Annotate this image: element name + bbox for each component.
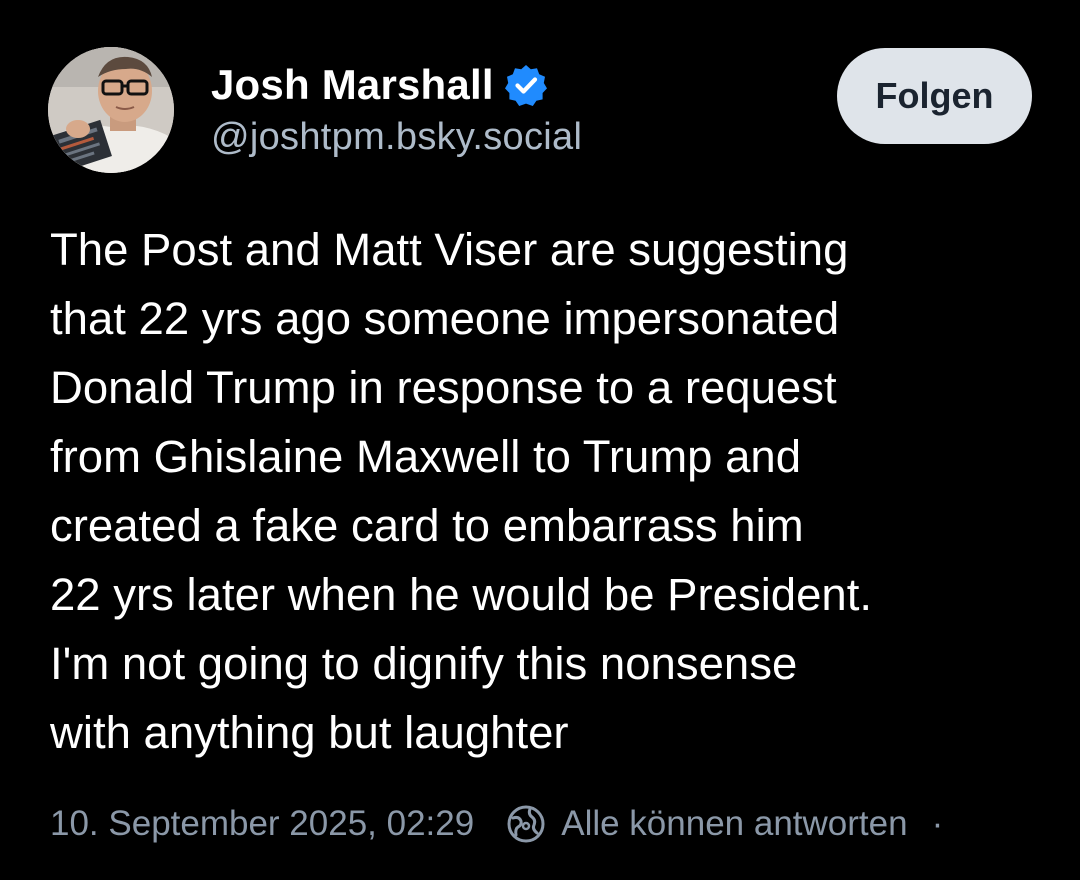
post-text-line: The Post and Matt Viser are suggesting [50,224,849,275]
post-text-line: with anything but laughter [50,707,569,758]
globe-icon [507,805,545,843]
follow-button[interactable]: Folgen [837,48,1032,144]
post-meta: 10. September 2025, 02:29 Alle können an… [50,800,943,848]
avatar[interactable] [48,47,174,173]
post-timestamp: 10. September 2025, 02:29 [50,804,475,843]
reply-setting-label: Alle können antworten [561,804,908,843]
author-display-name[interactable]: Josh Marshall [211,61,494,109]
post-text-line: from Ghislaine Maxwell to Trump and [50,431,802,482]
post-text-line: that 22 yrs ago someone impersonated [50,293,840,344]
post-card: Josh Marshall @joshtpm.bsky.social Folge… [0,0,1080,880]
reply-setting[interactable]: Alle können antworten [504,802,908,846]
meta-separator: · [931,804,944,843]
verified-badge-icon[interactable] [504,63,548,107]
post-text-line: I'm not going to dignify this nonsense [50,638,798,689]
author-name-row: Josh Marshall [211,58,548,112]
post-text-line: Donald Trump in response to a request [50,362,837,413]
post-text: The Post and Matt Viser are suggesting t… [50,215,1050,767]
avatar-photo [48,47,174,173]
author-handle[interactable]: @joshtpm.bsky.social [211,116,582,159]
post-text-line: created a fake card to embarrass him [50,500,804,551]
post-text-line: 22 yrs later when he would be President. [50,569,872,620]
